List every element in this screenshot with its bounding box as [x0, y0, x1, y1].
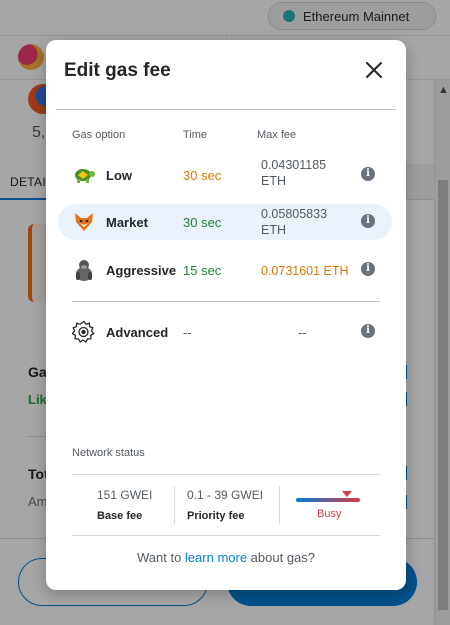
- congestion-gauge: [296, 498, 360, 502]
- gas-option-label: Low: [106, 168, 132, 183]
- column-header-max-fee: Max fee: [257, 129, 297, 141]
- info-icon[interactable]: i: [361, 324, 375, 338]
- gear-icon: [71, 320, 96, 344]
- learn-more-suffix: about gas?: [247, 550, 316, 565]
- max-fee-unit: ETH: [261, 223, 286, 237]
- column-divider: [174, 486, 175, 524]
- congestion-marker: [342, 491, 352, 497]
- column-header-gas-option: Gas option: [72, 129, 126, 141]
- network-status-label: Network status: [72, 447, 145, 459]
- gas-option-label: Market: [106, 215, 148, 230]
- gas-option-time: --: [183, 325, 192, 340]
- info-icon[interactable]: i: [361, 167, 375, 181]
- max-fee-unit: ETH: [261, 174, 286, 188]
- close-icon: [366, 62, 382, 78]
- options-divider: [72, 301, 380, 302]
- gas-option-time: 15 sec: [183, 263, 222, 278]
- gas-option-max-fee: 0.04301185 ETH: [261, 157, 351, 189]
- learn-more-link[interactable]: learn more: [185, 550, 247, 565]
- max-fee-value: 0.05805833: [261, 207, 328, 221]
- gas-option-time: 30 sec: [183, 168, 222, 183]
- network-status-divider: [72, 535, 380, 536]
- network-status-divider: [72, 474, 380, 475]
- close-button[interactable]: [362, 58, 386, 82]
- base-fee-value: 151 GWEI: [97, 488, 153, 502]
- priority-fee-label: Priority fee: [187, 510, 245, 522]
- gas-option-market[interactable]: Market 30 sec 0.05805833 ETH i: [58, 204, 392, 240]
- gas-option-low[interactable]: Low 30 sec 0.04301185 ETH i: [58, 157, 392, 193]
- max-fee-value: 0.04301185: [261, 158, 327, 172]
- gas-option-label: Advanced: [106, 325, 169, 340]
- edit-gas-fee-modal: Edit gas fee Gas option Time Max fee Low…: [46, 40, 406, 590]
- priority-fee-value: 0.1 - 39 GWEI: [187, 488, 264, 502]
- gorilla-icon: [72, 258, 96, 282]
- modal-title: Edit gas fee: [64, 60, 171, 81]
- column-header-time: Time: [183, 129, 208, 141]
- title-divider: [56, 109, 396, 110]
- gas-option-aggressive[interactable]: Aggressive 15 sec 0.0731601 ETH i: [58, 252, 392, 288]
- column-divider: [279, 486, 280, 524]
- gas-option-time: 30 sec: [183, 215, 222, 230]
- info-icon[interactable]: i: [361, 262, 375, 276]
- gas-option-max-fee: 0.0731601 ETH: [261, 264, 349, 278]
- gas-option-advanced[interactable]: Advanced -- -- i: [58, 314, 392, 350]
- info-icon[interactable]: i: [361, 214, 375, 228]
- learn-more-prefix: Want to: [136, 550, 185, 565]
- congestion-label: Busy: [317, 508, 342, 520]
- fox-icon: [72, 210, 96, 234]
- gas-option-label: Aggressive: [106, 263, 177, 278]
- learn-more-text: Want to learn more about gas?: [46, 550, 406, 565]
- turtle-icon: [72, 163, 96, 187]
- gas-option-max-fee: 0.05805833 ETH: [261, 206, 351, 238]
- base-fee-label: Base fee: [97, 510, 143, 522]
